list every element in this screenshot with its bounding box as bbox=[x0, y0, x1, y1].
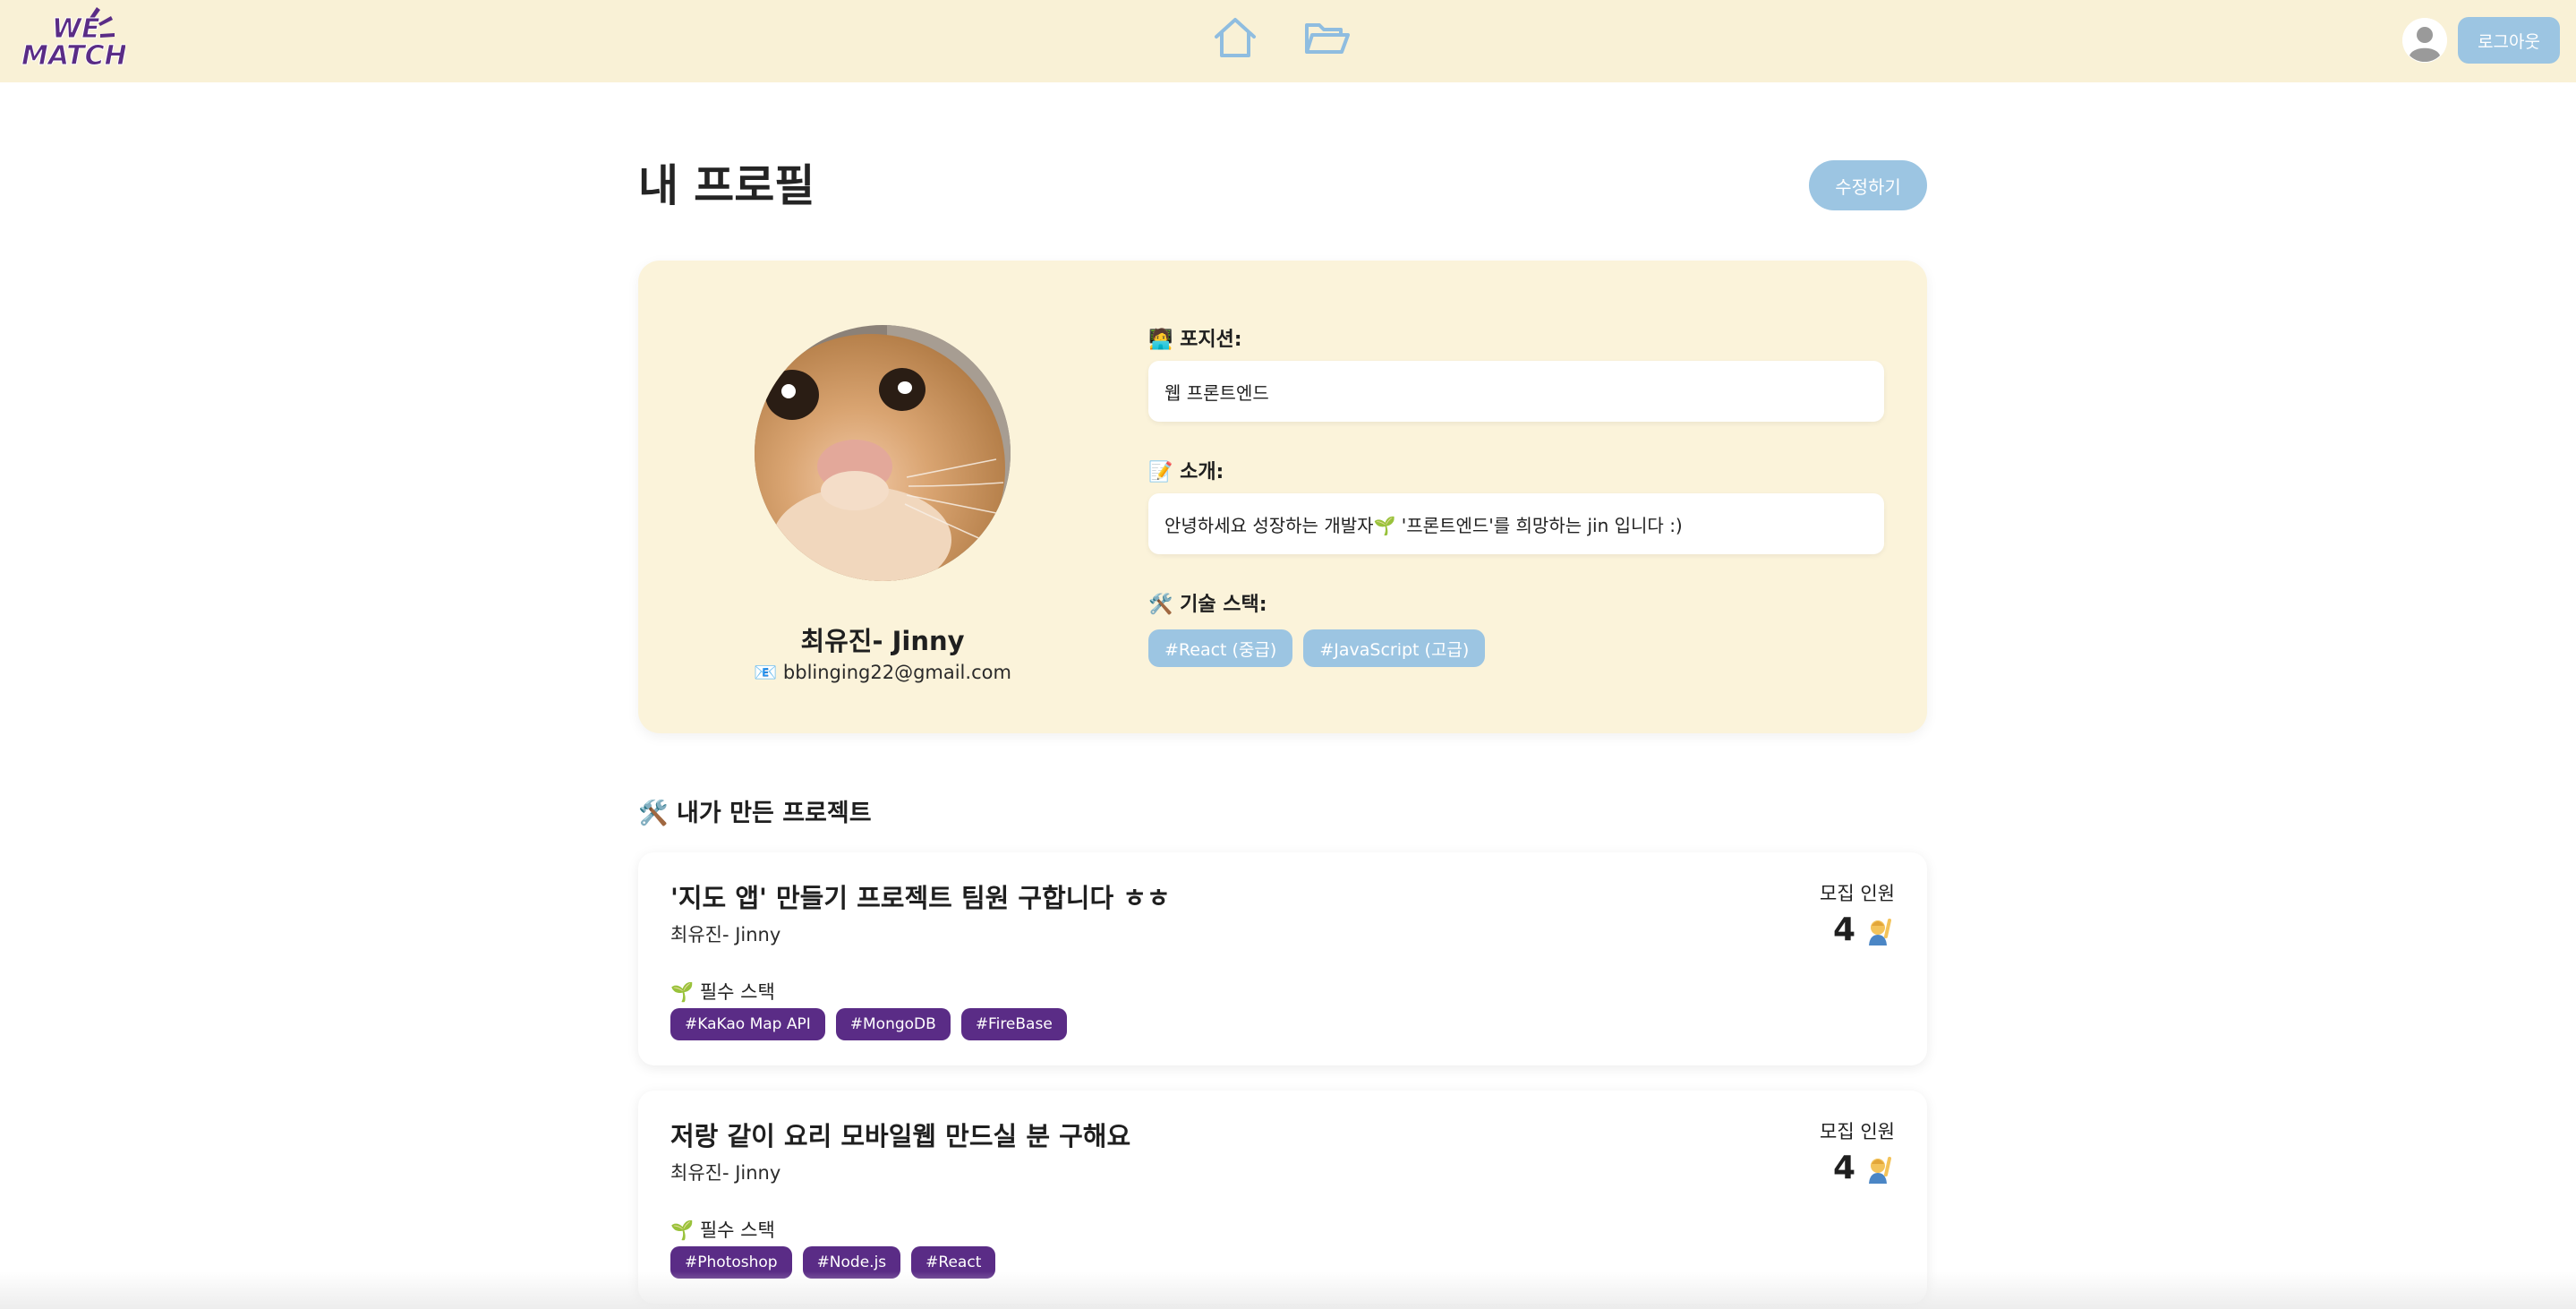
logout-button[interactable]: 로그아웃 bbox=[2458, 17, 2560, 64]
main-content: 내 프로필 수정하기 최유진- Jinny 📧 bblinging22@gmai… bbox=[638, 82, 1927, 1304]
tools-icon: 🛠️ bbox=[1148, 594, 1173, 616]
profile-photo bbox=[755, 325, 1011, 581]
person-raising-hand-icon bbox=[1869, 918, 1891, 945]
position-label-row: 🧑‍💻 포지션: bbox=[1148, 323, 1242, 352]
profile-email: bblinging22@gmail.com bbox=[782, 662, 1011, 683]
recruit-count: 4 bbox=[1833, 911, 1895, 948]
position-field: 웹 프론트엔드 bbox=[1148, 361, 1884, 422]
project-card[interactable]: 저랑 같이 요리 모바일웹 만드실 분 구해요 최유진- Jinny 🌱 필수 … bbox=[638, 1091, 1927, 1304]
page-title: 내 프로필 bbox=[638, 160, 815, 211]
cat-photo bbox=[755, 325, 1011, 581]
top-navigation-bar: WE MATCH 로그아웃 bbox=[0, 0, 2576, 82]
we-match-logo[interactable]: WE MATCH bbox=[20, 5, 125, 73]
seedling-icon: 🌱 bbox=[670, 1219, 695, 1241]
home-icon[interactable] bbox=[1210, 13, 1260, 63]
intro-field: 안녕하세요 성장하는 개발자🌱 '프론트엔드'를 희망하는 jin 입니다 :) bbox=[1148, 493, 1884, 554]
project-title: 저랑 같이 요리 모바일웹 만드실 분 구해요 bbox=[670, 1121, 1131, 1151]
project-card[interactable]: '지도 앱' 만들기 프로젝트 팀원 구합니다 ㅎㅎ 최유진- Jinny 🌱 … bbox=[638, 852, 1927, 1065]
required-stack-label: 필수 스택 bbox=[699, 981, 775, 1003]
intro-label: 소개: bbox=[1180, 461, 1224, 483]
required-stack-label: 필수 스택 bbox=[699, 1219, 775, 1241]
recruit-number: 4 bbox=[1832, 1150, 1855, 1186]
projects-section-title: 🛠️ 내가 만든 프로젝트 bbox=[638, 793, 872, 828]
project-tag: #Node.js bbox=[802, 1246, 901, 1279]
profile-name: 최유진- Jinny bbox=[800, 626, 965, 656]
avatar[interactable] bbox=[2402, 18, 2448, 63]
recruit-count: 4 bbox=[1833, 1150, 1895, 1186]
skill-tag: #JavaScript (고급) bbox=[1303, 629, 1486, 667]
project-tag: #KaKao Map API bbox=[670, 1008, 825, 1040]
position-label: 포지션: bbox=[1180, 329, 1242, 351]
user-avatar-icon bbox=[2402, 18, 2448, 63]
required-stack-label-row: 🌱 필수 스택 bbox=[670, 1216, 775, 1243]
memo-icon: 📝 bbox=[1148, 461, 1173, 483]
recruit-label: 모집 인원 bbox=[1820, 883, 1895, 904]
seedling-icon: 🌱 bbox=[670, 981, 695, 1003]
skill-tag-list: #React (중급) #JavaScript (고급) bbox=[1148, 629, 1486, 667]
project-tag: #React bbox=[911, 1246, 996, 1279]
profile-summary: 최유진- Jinny 📧 bblinging22@gmail.com bbox=[638, 261, 1122, 733]
recruit-number: 4 bbox=[1832, 911, 1855, 948]
technologist-icon: 🧑‍💻 bbox=[1148, 329, 1173, 351]
skills-label-row: 🛠️ 기술 스택: bbox=[1148, 588, 1267, 617]
skill-tag: #React (중급) bbox=[1148, 629, 1293, 667]
project-tag: #FireBase bbox=[960, 1008, 1067, 1040]
required-stack-label-row: 🌱 필수 스택 bbox=[670, 978, 775, 1005]
profile-email-row: 📧 bblinging22@gmail.com bbox=[638, 662, 1127, 684]
logo-text-match: MATCH bbox=[21, 40, 125, 72]
projects-title-text: 내가 만든 프로젝트 bbox=[677, 800, 872, 827]
project-author: 최유진- Jinny bbox=[670, 924, 781, 945]
project-tag-list: #KaKao Map API #MongoDB #FireBase bbox=[670, 1008, 1067, 1040]
person-raising-hand-icon bbox=[1869, 1156, 1891, 1184]
project-tag: #MongoDB bbox=[835, 1008, 951, 1040]
intro-label-row: 📝 소개: bbox=[1148, 456, 1224, 484]
email-icon: 📧 bbox=[754, 662, 778, 683]
project-title: '지도 앱' 만들기 프로젝트 팀원 구합니다 ㅎㅎ bbox=[670, 883, 1171, 913]
profile-card: 최유진- Jinny 📧 bblinging22@gmail.com 🧑‍💻 포… bbox=[638, 261, 1927, 733]
project-author: 최유진- Jinny bbox=[670, 1162, 781, 1184]
project-tag: #Photoshop bbox=[670, 1246, 792, 1279]
center-nav bbox=[1210, 13, 1352, 63]
project-tag-list: #Photoshop #Node.js #React bbox=[670, 1246, 996, 1279]
skills-label: 기술 스택: bbox=[1180, 594, 1267, 616]
user-actions: 로그아웃 bbox=[2402, 17, 2560, 64]
page-header: 내 프로필 수정하기 bbox=[638, 82, 1927, 261]
tools-icon: 🛠️ bbox=[638, 800, 669, 827]
recruit-label: 모집 인원 bbox=[1820, 1121, 1895, 1142]
edit-profile-button[interactable]: 수정하기 bbox=[1809, 160, 1927, 210]
folder-icon[interactable] bbox=[1301, 13, 1352, 63]
